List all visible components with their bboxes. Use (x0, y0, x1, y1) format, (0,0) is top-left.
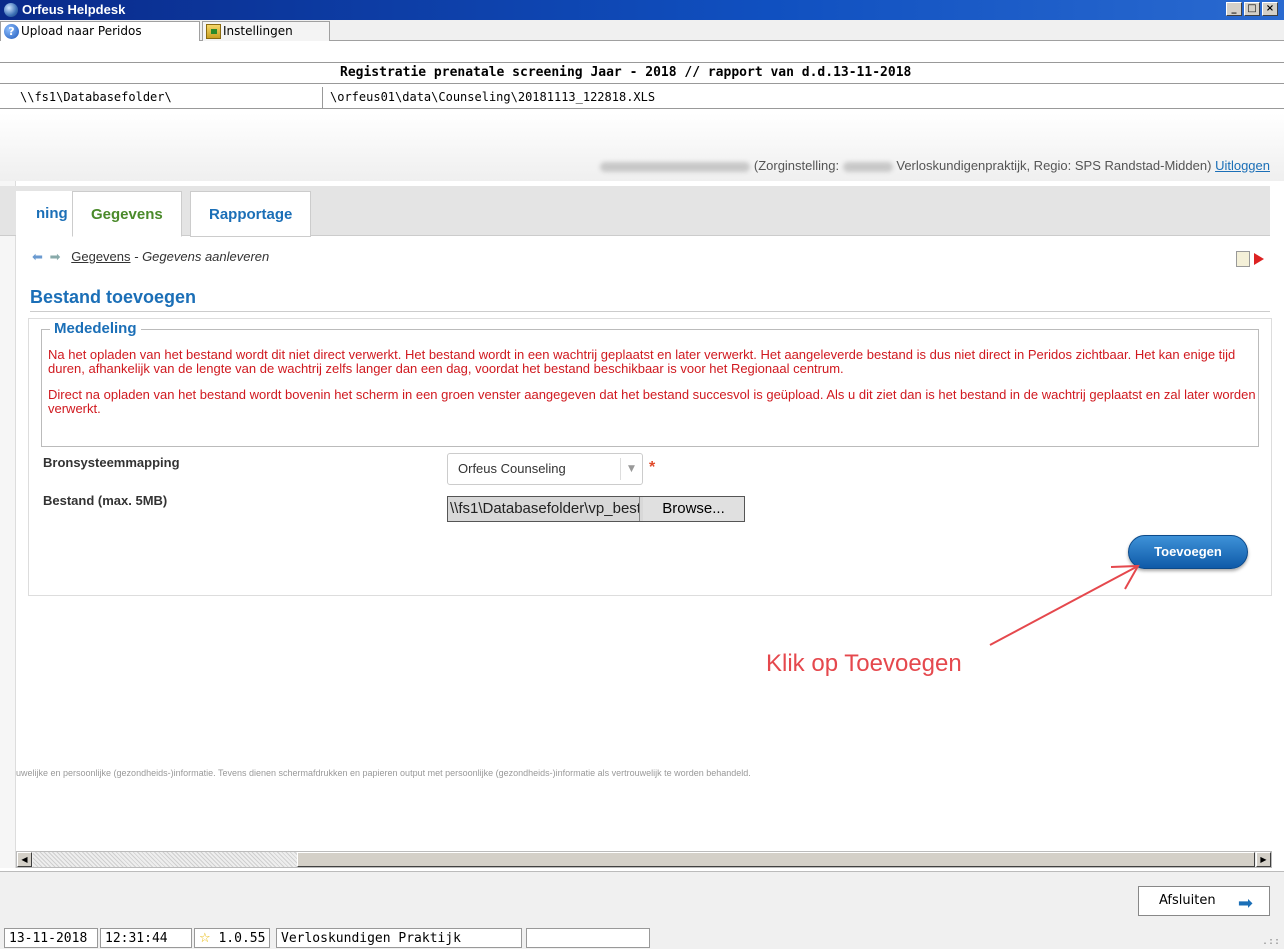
tab-instellingen-label: Instellingen (223, 24, 293, 38)
tab-gegevens[interactable]: Gegevens (72, 191, 182, 237)
user-org-prefix: (Zorginstelling: (753, 158, 840, 173)
notice-text: Na het opladen van het bestand wordt dit… (48, 348, 1256, 416)
afsluiten-button[interactable]: Afsluiten ➡ (1138, 886, 1270, 916)
arrow-right-icon: ➡ (1237, 893, 1253, 914)
app-globe-icon (4, 3, 18, 17)
source-mapping-select[interactable]: Orfeus Counseling ▼ (447, 453, 643, 485)
file-input[interactable]: \\fs1\Databasefolder\vp_bestand Browse..… (447, 496, 745, 522)
notice-title: Mededeling (50, 320, 141, 337)
report-title-bar: Registratie prenatale screening Jaar - 2… (0, 62, 1284, 84)
export-icons (1236, 251, 1266, 267)
required-asterisk: * (649, 459, 656, 476)
help-icon: ? (4, 24, 19, 39)
close-window-button[interactable]: × (1262, 2, 1278, 16)
user-strip: (Zorginstelling: Verloskundigenpraktijk,… (0, 113, 1284, 181)
scroll-track[interactable] (33, 852, 297, 867)
breadcrumb-link-gegevens[interactable]: Gegevens (71, 249, 130, 264)
minimize-button[interactable]: _ (1226, 2, 1242, 16)
tab-rapportage[interactable]: Rapportage (190, 191, 312, 237)
forward-arrow-icon[interactable]: ➡ (50, 250, 64, 265)
resize-grip-icon[interactable]: .:: (1262, 936, 1280, 947)
breadcrumb: ⬅ ➡ Gegevens - Gegevens aanleveren (32, 249, 269, 265)
chevron-down-icon[interactable]: ▼ (620, 458, 642, 480)
back-arrow-icon[interactable]: ⬅ (32, 250, 46, 265)
confidentiality-note: uwelijke en persoonlijke (gezondheids-)i… (16, 768, 751, 778)
window-title: Orfeus Helpdesk (22, 2, 126, 17)
browse-button[interactable]: Browse... (643, 497, 744, 521)
notice-paragraph-1: Na het opladen van het bestand wordt dit… (48, 347, 1236, 376)
report-title: Registratie prenatale screening Jaar - 2… (340, 65, 912, 80)
star-icon: ☆ (199, 931, 211, 946)
file-path-field[interactable]: \\fs1\Databasefolder\vp_bestand (450, 497, 640, 521)
settings-icon (206, 24, 221, 39)
notice-paragraph-2: Direct na opladen van het bestand wordt … (48, 387, 1256, 416)
status-version-cell: ☆ 1.0.55 (194, 928, 270, 948)
file-label: Bestand (max. 5MB) (43, 493, 168, 508)
tab-instellingen[interactable]: Instellingen (202, 21, 330, 41)
logout-link[interactable]: Uitloggen (1215, 158, 1270, 173)
window-controls: _ □ × (1226, 2, 1278, 16)
report-file-path: \orfeus01\data\Counseling\20181113_12281… (330, 90, 656, 104)
path-bar: \\fs1\Databasefolder\ \orfeus01\data\Cou… (0, 87, 1284, 109)
toevoegen-button[interactable]: Toevoegen (1128, 535, 1248, 569)
window-titlebar: Orfeus Helpdesk _ □ × (0, 0, 1284, 20)
title-divider (30, 311, 1270, 312)
horizontal-scrollbar[interactable]: ◀ ▶ (16, 851, 1272, 868)
pdf-icon[interactable] (1252, 251, 1266, 267)
annotation-text: Klik op Toevoegen (766, 650, 962, 677)
document-icon[interactable] (1236, 251, 1250, 267)
status-version: 1.0.55 (218, 931, 266, 946)
scroll-thumb[interactable] (297, 852, 1255, 867)
page-title: Bestand toevoegen (30, 287, 197, 307)
redacted-username (600, 161, 751, 172)
upload-panel: Mededeling Na het opladen van het bestan… (28, 318, 1272, 596)
notice-box: Mededeling Na het opladen van het bestan… (41, 320, 1259, 447)
tab-upload-naar-peridos[interactable]: ? Upload naar Peridos (0, 21, 200, 41)
path-divider (322, 87, 323, 109)
status-practice: Verloskundigen Praktijk (276, 928, 522, 948)
redacted-org (842, 161, 893, 172)
main-nav-tabs: ning Gegevens Rapportage (0, 186, 1270, 237)
status-bar: 13-11-2018 12:31:44 ☆ 1.0.55 Verloskundi… (0, 926, 1284, 949)
app-tabstrip: ? Upload naar Peridos Instellingen (0, 20, 1284, 41)
status-empty (526, 928, 650, 948)
maximize-button[interactable]: □ (1244, 2, 1260, 16)
bottom-bar: Afsluiten ➡ (0, 871, 1284, 926)
status-date: 13-11-2018 (4, 928, 98, 948)
scroll-left-icon[interactable]: ◀ (17, 852, 32, 867)
source-mapping-label: Bronsysteemmapping (43, 455, 180, 470)
source-mapping-value: Orfeus Counseling (458, 461, 566, 476)
user-info: (Zorginstelling: Verloskundigenpraktijk,… (600, 158, 1270, 173)
breadcrumb-current: - Gegevens aanleveren (130, 249, 270, 264)
user-org-suffix: Verloskundigenpraktijk, Regio: SPS Rands… (896, 158, 1212, 173)
database-path: \\fs1\Databasefolder\ (20, 90, 172, 104)
afsluiten-label: Afsluiten (1159, 893, 1216, 908)
tab-upload-label: Upload naar Peridos (21, 24, 142, 38)
scroll-right-icon[interactable]: ▶ (1256, 852, 1271, 867)
status-time: 12:31:44 (100, 928, 192, 948)
